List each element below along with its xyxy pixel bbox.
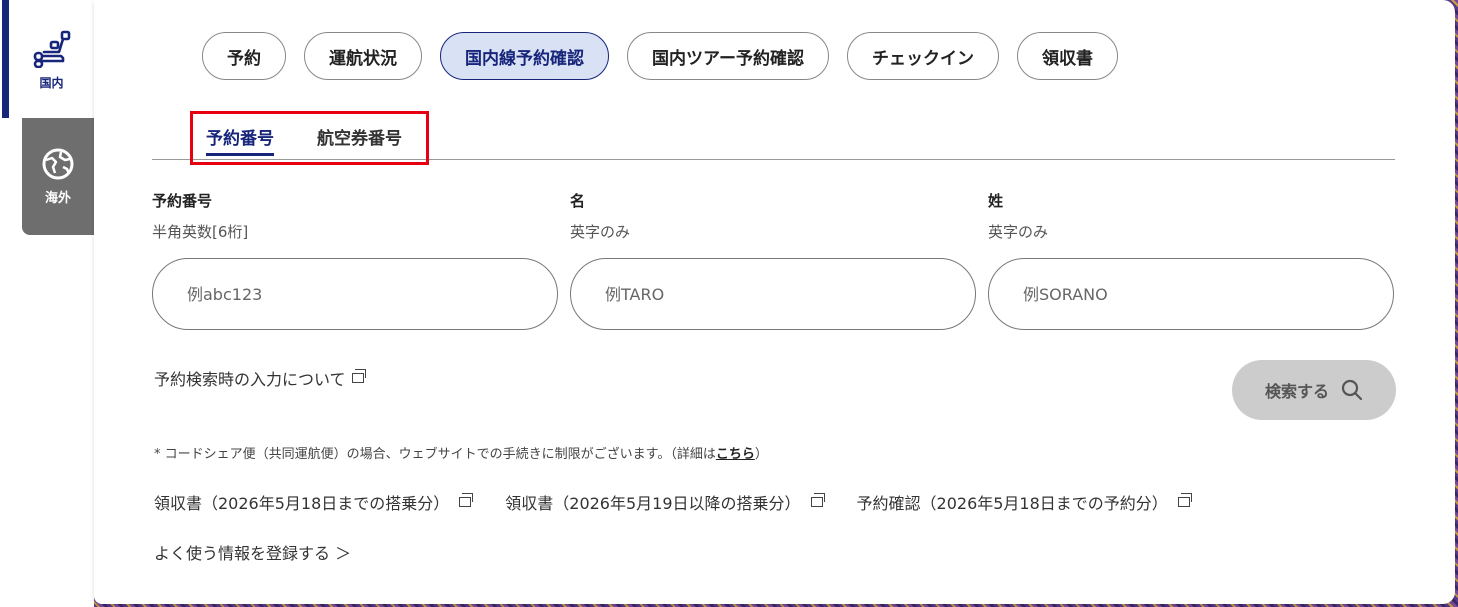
receipt-before-text: 領収書（2026年5月18日までの搭乗分） — [154, 494, 450, 513]
search-button[interactable]: 検索する — [1232, 360, 1396, 420]
search-icon — [1341, 379, 1363, 401]
main-panel: 予約 運航状況 国内線予約確認 国内ツアー予約確認 チェックイン 領収書 予約番… — [94, 0, 1455, 604]
pill-checkin[interactable]: チェックイン — [846, 32, 999, 80]
receipt-after-text: 領収書（2026年5月19日以降の搭乗分） — [505, 494, 801, 513]
tab-domestic-label: 国内 — [39, 75, 64, 90]
search-button-label: 検索する — [1264, 382, 1329, 401]
last-name-label: 姓 — [988, 192, 1004, 210]
globe-icon — [42, 148, 74, 180]
external-window-icon — [351, 369, 366, 383]
pill-domestic-booking-check[interactable]: 国内線予約確認 — [440, 32, 609, 80]
input-info-link[interactable]: 予約検索時の入力について — [154, 366, 366, 390]
first-name-label: 名 — [570, 192, 586, 210]
seat-icon — [33, 30, 70, 68]
service-nav: 予約 運航状況 国内線予約確認 国内ツアー予約確認 チェックイン 領収書 — [202, 32, 1118, 80]
tab-overseas-label: 海外 — [44, 191, 71, 206]
last-name-input[interactable] — [988, 258, 1394, 330]
register-info-link[interactable]: よく使う情報を登録する ＞ — [154, 540, 351, 564]
external-window-icon — [810, 493, 825, 507]
first-name-hint: 英字のみ — [570, 223, 631, 241]
reservation-number-hint: 半角英数[6桁] — [152, 223, 249, 241]
first-name-field: 名 英字のみ — [570, 190, 976, 330]
pill-receipt[interactable]: 領収書 — [1016, 32, 1118, 80]
codeshare-note-close: ） — [754, 447, 768, 462]
external-window-icon — [1177, 493, 1192, 507]
booking-confirm-link[interactable]: 予約確認（2026年5月18日までの予約分） — [856, 490, 1192, 514]
receipt-after-link[interactable]: 領収書（2026年5月19日以降の搭乗分） — [505, 490, 825, 514]
last-name-hint: 英字のみ — [988, 223, 1049, 241]
first-name-input[interactable] — [570, 258, 976, 330]
input-info-link-text: 予約検索時の入力について — [154, 370, 346, 389]
search-type-tabs: 予約番号 航空券番号 — [152, 110, 1395, 165]
tab-reservation-number[interactable]: 予約番号 — [206, 124, 274, 156]
pill-reservation[interactable]: 予約 — [202, 32, 286, 80]
reservation-number-input[interactable] — [152, 258, 558, 330]
codeshare-details-link[interactable]: こちら — [716, 447, 755, 462]
pill-flight-status[interactable]: 運航状況 — [304, 32, 422, 80]
reservation-number-label: 予約番号 — [152, 192, 213, 210]
receipt-before-link[interactable]: 領収書（2026年5月18日までの搭乗分） — [154, 490, 474, 514]
tab-overseas[interactable]: 海外 — [22, 118, 94, 235]
booking-confirm-text: 予約確認（2026年5月18日までの予約分） — [856, 494, 1168, 513]
booking-widget: 国内 海外 予約 運航状況 国内線予約確認 国内ツアー予約確認 チェックイン 領… — [0, 0, 1458, 607]
codeshare-note: * コードシェア便（共同運航便）の場合、ウェブサイトでの手続きに制限がございます… — [154, 443, 768, 462]
external-window-icon — [459, 493, 474, 507]
tab-domestic[interactable]: 国内 — [2, 0, 94, 118]
reservation-number-field: 予約番号 半角英数[6桁] — [152, 190, 558, 330]
last-name-field: 姓 英字のみ — [988, 190, 1394, 330]
receipt-links: 領収書（2026年5月18日までの搭乗分） 領収書（2026年5月19日以降の搭… — [154, 490, 1192, 514]
codeshare-note-text: * コードシェア便（共同運航便）の場合、ウェブサイトでの手続きに制限がございます… — [154, 447, 716, 462]
pill-domestic-tour-check[interactable]: 国内ツアー予約確認 — [627, 32, 829, 80]
tab-ticket-number[interactable]: 航空券番号 — [317, 124, 402, 149]
